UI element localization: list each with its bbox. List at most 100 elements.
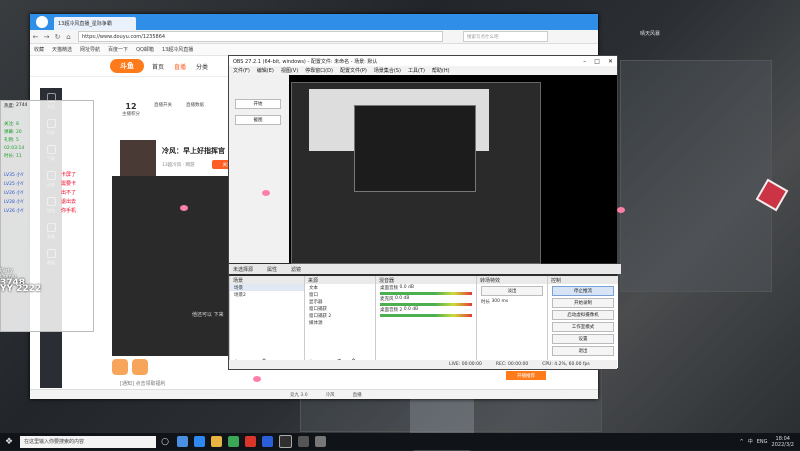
source-item[interactable]: 文本 [305,284,375,291]
scene-item[interactable]: 场景2 [230,291,304,298]
chat-line: LV35 小Y 卡屏了 [4,172,77,178]
menu-item[interactable]: 文件(F) [233,67,250,74]
nav-home[interactable]: 首页 [152,62,164,71]
filters-button[interactable]: 滤镜 [291,266,301,273]
tray-expand-icon[interactable]: ^ [740,439,744,445]
bookmark[interactable]: 网址导航 [80,46,100,53]
heat-label: 热度: 2744 [4,103,28,109]
folder-app-icon[interactable] [211,436,222,447]
obs-app-icon[interactable] [279,435,292,448]
menu-item[interactable]: 配置文件(P) [340,67,367,74]
preview-capture [354,105,476,192]
duration-input[interactable]: 300 ms [491,299,508,304]
volume-meter[interactable] [380,314,472,317]
search-input[interactable]: 搜索写点什么吧 [463,31,548,42]
game-panel [620,60,772,292]
douyu-logo[interactable]: 斗鱼 [110,59,144,73]
sources-dock: 来源 文本 窗口 显示器 窗口捕获 窗口捕获 2 媒体源 + − ⚙ ^ v [304,276,375,368]
browser-statusbar: 竞九 3.0 冷风 直播 [30,389,598,399]
app-icon[interactable] [245,436,256,447]
app-icon[interactable] [228,436,239,447]
streamer-name: 冷风：早上好指挥官 [162,147,225,155]
bookmark[interactable]: 天猫精选 [52,46,72,53]
video-player[interactable]: 他还可以 下来 [112,176,232,356]
settings-button[interactable]: 设置 [552,334,614,344]
taskbar-search[interactable]: 在这里输入你要搜索的内容 [20,435,156,448]
gift-icon[interactable] [112,359,128,375]
status-item: 冷风 [325,392,335,398]
properties-button[interactable]: 属性 [267,266,277,273]
obs-side-panel: 开始 截图 [229,75,289,263]
bookmark[interactable]: QQ邮箱 [136,46,154,53]
browser-tab[interactable]: 13超冷风直播_星际争霸 [54,17,136,30]
menu-item[interactable]: 视图(V) [281,67,298,74]
app-icon[interactable] [315,436,326,447]
language-indicator[interactable]: ENG [757,439,768,445]
status-item: 竞九 3.0 [290,392,308,398]
chat-line: LV28 小Y 退出去 [4,199,77,205]
app-icon[interactable] [262,436,273,447]
stat-item[interactable]: 直播开关 [147,102,179,138]
ime-indicator[interactable]: 中 [748,438,753,445]
maximize-icon[interactable]: □ [594,58,600,65]
scene-item[interactable]: 场景 [230,284,304,291]
transitions-dock: 转场特效 淡出 时长 300 ms [476,276,547,368]
app-icon[interactable] [298,436,309,447]
avatar[interactable] [120,140,156,178]
minimize-icon[interactable]: – [583,58,586,65]
scenes-dock: 场景 场景 场景2 + − ^ v [229,276,304,368]
status-item: 直播 [352,392,362,398]
browser-logo-icon [36,16,48,28]
windows-start-icon[interactable]: ❖ [2,435,16,449]
transition-select[interactable]: 淡出 [481,286,543,296]
back-icon[interactable]: ← [30,33,41,41]
gift-icon[interactable] [132,359,148,375]
nav-category[interactable]: 分类 [196,62,208,71]
clock[interactable]: 18:04 2022/3/2 [772,436,794,448]
flower-sticker [262,190,270,196]
close-icon[interactable]: ✕ [608,58,613,65]
bookmark[interactable]: 收藏 [34,46,44,53]
exit-button[interactable]: 退出 [552,346,614,356]
obs-titlebar: OBS 27.2.1 (64-bit, windows) - 配置文件: 未命名… [229,56,617,66]
menu-item[interactable]: 停靠窗口(D) [305,67,333,74]
source-item[interactable]: 窗口捕获 2 [305,312,375,319]
hud-label: 晴天风暴 [640,31,661,37]
mixer-dock: 混音器 桌面音频 0.0 dB 麦克风 0.0 dB 桌面音频 2 0.0 dB [375,276,476,368]
studio-mode-button[interactable]: 工作室模式 [552,322,614,332]
refresh-icon[interactable]: ↻ [52,33,63,41]
bookmark[interactable]: 百度一下 [108,46,128,53]
edge-app-icon[interactable] [194,436,205,447]
nav-live[interactable]: 直播 [174,62,186,71]
flower-sticker [180,205,188,211]
url-input[interactable]: https://www.douyu.com/1235864 [78,31,443,42]
task-view-icon[interactable]: ○ [158,435,172,449]
mixer-track: 桌面音频 0.0 dB [380,285,414,291]
announcement[interactable]: [通知] 点击领取福利 [120,380,166,387]
stat-item[interactable]: 12 主播积分 [115,102,147,138]
source-item[interactable]: 媒体源 [305,319,375,326]
home-icon[interactable]: ⌂ [63,33,74,41]
source-item[interactable]: 显示器 [305,298,375,305]
browser-app-icon[interactable] [177,436,188,447]
menu-item[interactable]: 场景集合(S) [374,67,401,74]
menu-item[interactable]: 帮助(H) [432,67,450,74]
source-item[interactable]: 窗口 [305,291,375,298]
flower-sticker [253,376,261,382]
promo-button[interactable]: 开播推荐 [506,371,546,380]
start-recording-button[interactable]: 开始录制 [552,298,614,308]
screenshot-button[interactable]: 截图 [235,115,281,125]
controls-dock: 控制 停止推流 开始录制 启动虚拟摄像机 工作室模式 设置 退出 [547,276,618,368]
virtual-camera-button[interactable]: 启动虚拟摄像机 [552,310,614,320]
stat-item[interactable]: 直播数据 [179,102,211,138]
source-item[interactable]: 窗口捕获 [305,305,375,312]
stop-stream-button[interactable]: 停止推流 [552,286,614,296]
bookmark[interactable]: 13超冷风直播 [162,46,193,53]
start-button[interactable]: 开始 [235,99,281,109]
party-overlay: Party Douyu 3748 YY 2222 [0,268,42,294]
taskbar: ❖ 在这里输入你要搜索的内容 ○ ^ 中 ENG 18:04 2022/3/2 [0,433,800,450]
menu-item[interactable]: 工具(T) [408,67,425,74]
forward-icon[interactable]: → [41,33,52,41]
chat-line: LV26 小Y 出不了 [4,190,77,196]
menu-item[interactable]: 编辑(E) [257,67,274,74]
